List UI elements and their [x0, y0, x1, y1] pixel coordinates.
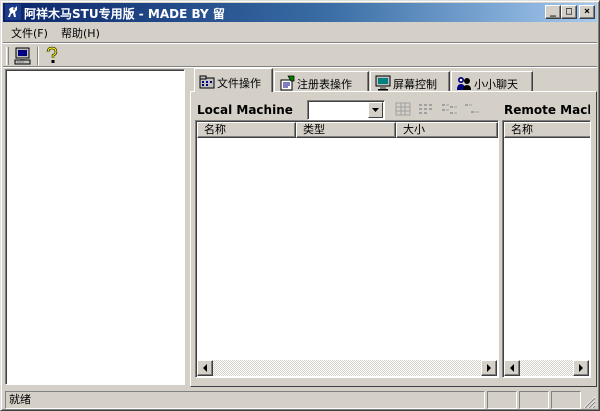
- chat-people-icon: [457, 77, 471, 90]
- arrow-left-icon: [203, 364, 207, 372]
- remote-scroll-right-button[interactable]: [573, 360, 589, 376]
- tab-registry-operations[interactable]: 注册表操作: [274, 71, 369, 92]
- computer-icon: [14, 47, 31, 65]
- tab-registry-operations-label: 注册表操作: [297, 78, 352, 91]
- file-folder-icon: [199, 75, 215, 89]
- help-button[interactable]: [41, 46, 63, 66]
- tab-screen-control[interactable]: 屏幕控制: [370, 71, 450, 92]
- status-pane: [551, 391, 581, 409]
- toolbar-separator: [37, 47, 39, 65]
- small-icons-view-icon[interactable]: [417, 101, 435, 117]
- column-header-name[interactable]: 名称: [197, 122, 296, 138]
- status-pane: [519, 391, 549, 409]
- question-mark-icon: [46, 46, 58, 63]
- close-button[interactable]: ×: [579, 5, 595, 19]
- status-pane: [487, 391, 517, 409]
- column-header-size[interactable]: 大小: [396, 122, 498, 138]
- list-view-icon[interactable]: [440, 101, 458, 117]
- local-file-list[interactable]: 名称 类型 大小: [195, 120, 499, 378]
- remote-scroll-left-button[interactable]: [504, 360, 520, 376]
- toolbar: [3, 42, 597, 68]
- tree-pane[interactable]: [5, 69, 185, 385]
- remote-file-list[interactable]: 名称: [502, 120, 591, 378]
- large-icons-view-icon[interactable]: [394, 101, 412, 117]
- tab-mini-chat[interactable]: 小小聊天: [451, 71, 533, 92]
- computer-button[interactable]: [12, 46, 34, 66]
- menu-help[interactable]: 帮助(H): [61, 25, 100, 41]
- scroll-left-button[interactable]: [197, 360, 213, 376]
- window-title: 阿祥木马STU专用版 - MADE BY 留: [24, 7, 225, 21]
- combobox-dropdown-button[interactable]: [368, 102, 383, 118]
- tab-mini-chat-label: 小小聊天: [474, 78, 518, 91]
- chevron-down-icon: [372, 108, 379, 112]
- status-bar: 就绪: [3, 390, 597, 410]
- scroll-right-button[interactable]: [481, 360, 497, 376]
- menu-file[interactable]: 文件(F): [11, 25, 48, 41]
- menu-bar: 文件(F) 帮助(H): [3, 23, 597, 41]
- local-horizontal-scrollbar[interactable]: [197, 360, 497, 376]
- toolbar-inner: [3, 43, 597, 67]
- monitor-icon: [375, 75, 391, 91]
- details-view-icon[interactable]: [463, 101, 481, 117]
- local-machine-title: Local Machine: [197, 103, 293, 117]
- remote-horizontal-scrollbar[interactable]: [504, 360, 589, 376]
- remote-machine-title: Remote Machine: [504, 103, 590, 117]
- arrow-right-icon: [487, 364, 491, 372]
- tab-file-operations-label: 文件操作: [217, 77, 261, 90]
- minimize-button[interactable]: _: [545, 5, 561, 19]
- app-horse-icon: [5, 4, 21, 20]
- status-text: 就绪: [5, 391, 485, 409]
- title-bar[interactable]: 阿祥木马STU专用版 - MADE BY 留 _ □ ×: [3, 3, 597, 22]
- arrow-left-icon: [510, 364, 514, 372]
- tab-file-operations[interactable]: 文件操作: [194, 68, 273, 92]
- maximize-button[interactable]: □: [561, 5, 577, 19]
- resize-grip-icon[interactable]: [582, 395, 596, 409]
- arrow-right-icon: [579, 364, 583, 372]
- tab-screen-control-label: 屏幕控制: [393, 78, 437, 91]
- column-header-type[interactable]: 类型: [296, 122, 396, 138]
- local-drive-combobox[interactable]: [307, 100, 385, 120]
- main-window: 阿祥木马STU专用版 - MADE BY 留 _ □ × 文件(F) 帮助(H): [0, 0, 600, 411]
- registry-icon: [280, 75, 295, 91]
- remote-column-header-name[interactable]: 名称: [504, 122, 590, 138]
- toolbar-grip[interactable]: [6, 47, 9, 65]
